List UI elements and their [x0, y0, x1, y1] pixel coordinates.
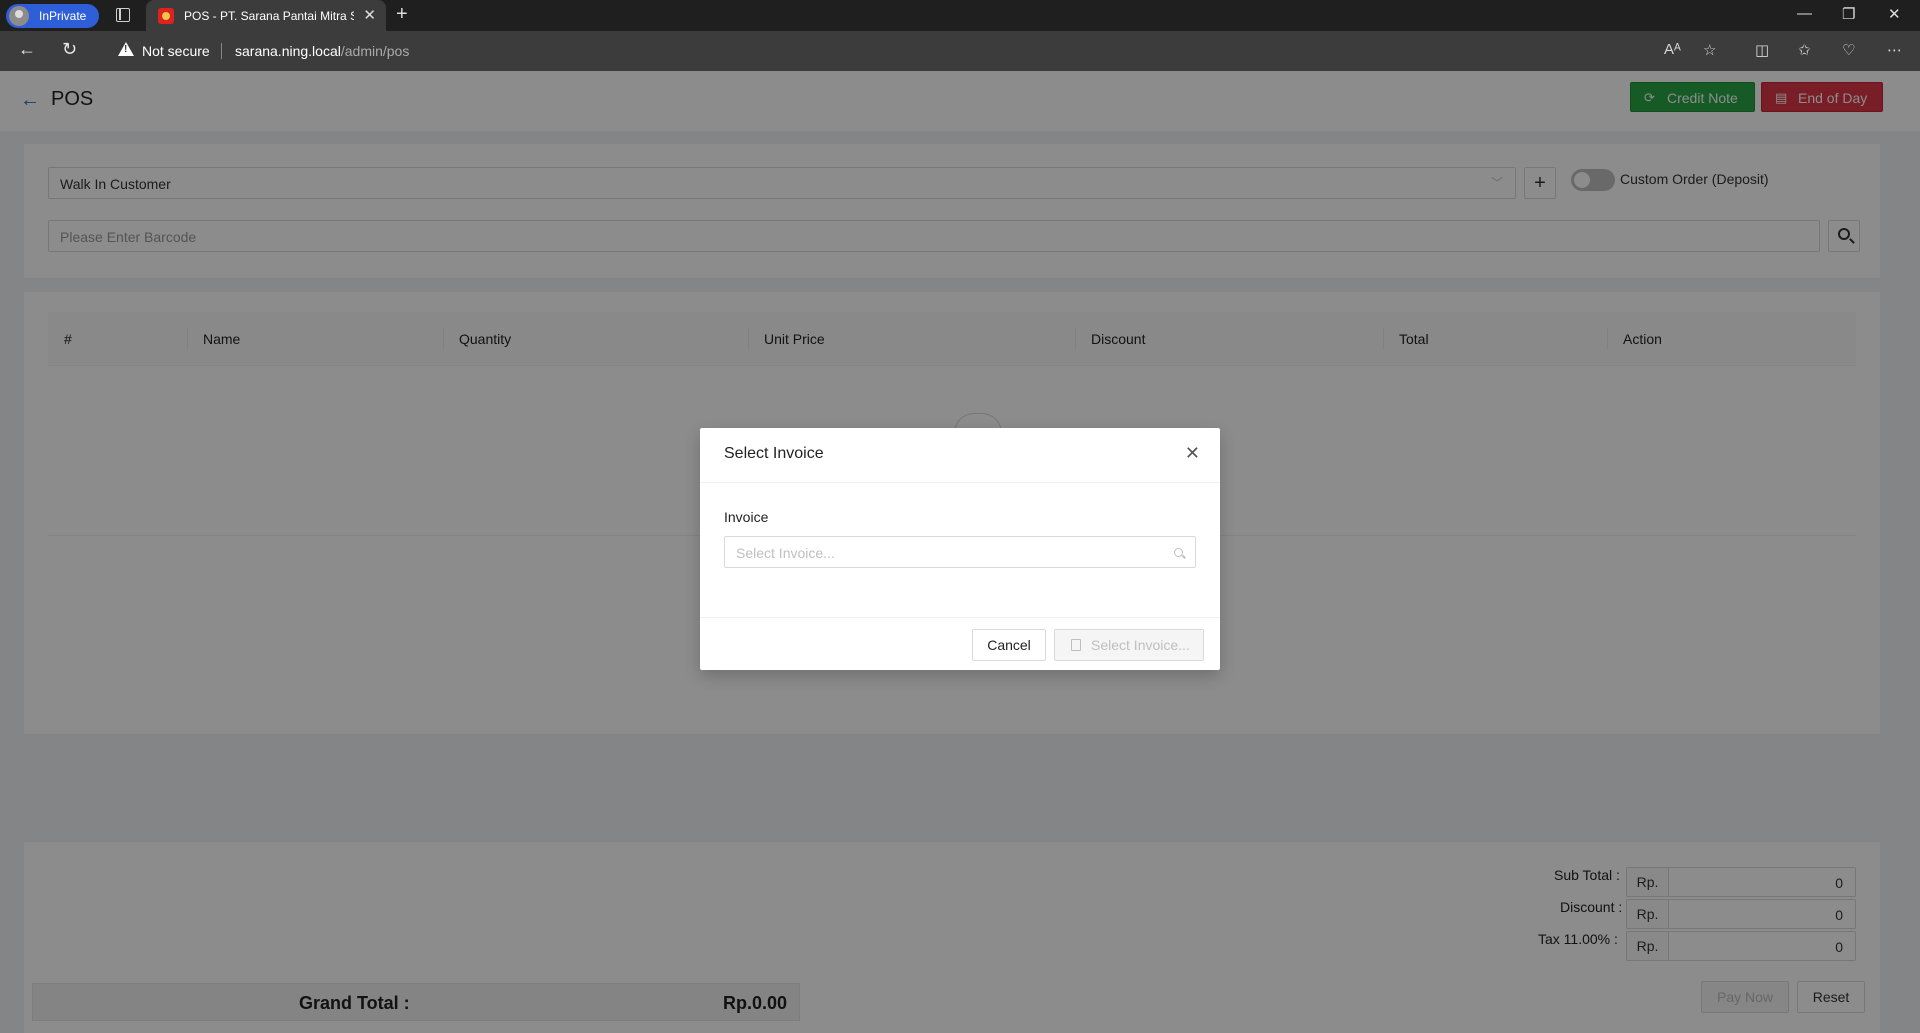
- browser-essentials-icon[interactable]: ♡: [1842, 41, 1855, 59]
- close-icon[interactable]: ✕: [1185, 443, 1200, 464]
- reload-icon[interactable]: ↻: [62, 39, 77, 60]
- modal-title: Select Invoice: [724, 445, 824, 462]
- url-host: sarana.ning.local: [235, 43, 341, 59]
- inprivate-label: InPrivate: [39, 9, 87, 23]
- profile-avatar-icon: [9, 6, 29, 26]
- address-toolbar: ← ↻ Not secure sarana.ning.local/admin/p…: [0, 31, 1920, 71]
- browser-tab-bar: InPrivate POS - PT. Sarana Pantai Mitra …: [0, 0, 1920, 31]
- split-screen-icon[interactable]: ◫: [1755, 41, 1769, 59]
- select-invoice-button[interactable]: Select Invoice...: [1054, 629, 1204, 661]
- url-path: /admin/pos: [340, 43, 410, 59]
- more-menu-icon[interactable]: ⋯: [1887, 41, 1902, 59]
- modal-footer: Cancel Select Invoice...: [700, 617, 1220, 670]
- invoice-select-placeholder: Select Invoice...: [736, 545, 835, 561]
- invoice-select[interactable]: Select Invoice...: [724, 536, 1196, 568]
- tab-close-icon[interactable]: ✕: [363, 6, 376, 24]
- browser-tab-active[interactable]: POS - PT. Sarana Pantai Mitra Se ✕: [146, 0, 386, 31]
- url-text[interactable]: sarana.ning.local/admin/pos: [235, 43, 409, 59]
- modal-header: Select Invoice ✕: [700, 428, 1220, 483]
- window-close-icon[interactable]: ✕: [1888, 5, 1901, 23]
- favorite-star-icon[interactable]: ☆: [1703, 41, 1716, 59]
- inprivate-badge[interactable]: InPrivate: [6, 4, 99, 28]
- save-icon: [1071, 639, 1081, 651]
- tab-actions-icon[interactable]: [116, 8, 130, 22]
- address-bar[interactable]: Not secure sarana.ning.local/admin/pos: [104, 36, 1644, 66]
- new-tab-icon[interactable]: +: [396, 3, 408, 26]
- restore-icon[interactable]: ❐: [1842, 5, 1855, 23]
- cancel-button[interactable]: Cancel: [972, 629, 1046, 661]
- tab-title: POS - PT. Sarana Pantai Mitra Se: [184, 9, 354, 23]
- address-separator: [221, 43, 222, 59]
- read-aloud-icon[interactable]: Aᴬ: [1664, 41, 1681, 58]
- minimize-icon[interactable]: —: [1797, 5, 1812, 22]
- select-invoice-modal: Select Invoice ✕ Invoice Select Invoice.…: [700, 428, 1220, 670]
- favorites-icon[interactable]: ✩: [1798, 41, 1811, 59]
- invoice-field-label: Invoice: [724, 509, 769, 525]
- back-icon[interactable]: ←: [18, 39, 36, 60]
- security-label[interactable]: Not secure: [142, 43, 210, 59]
- warning-icon: [118, 42, 134, 56]
- search-icon: [1174, 548, 1183, 557]
- select-invoice-label: Select Invoice...: [1091, 637, 1190, 653]
- site-favicon-icon: [158, 8, 174, 24]
